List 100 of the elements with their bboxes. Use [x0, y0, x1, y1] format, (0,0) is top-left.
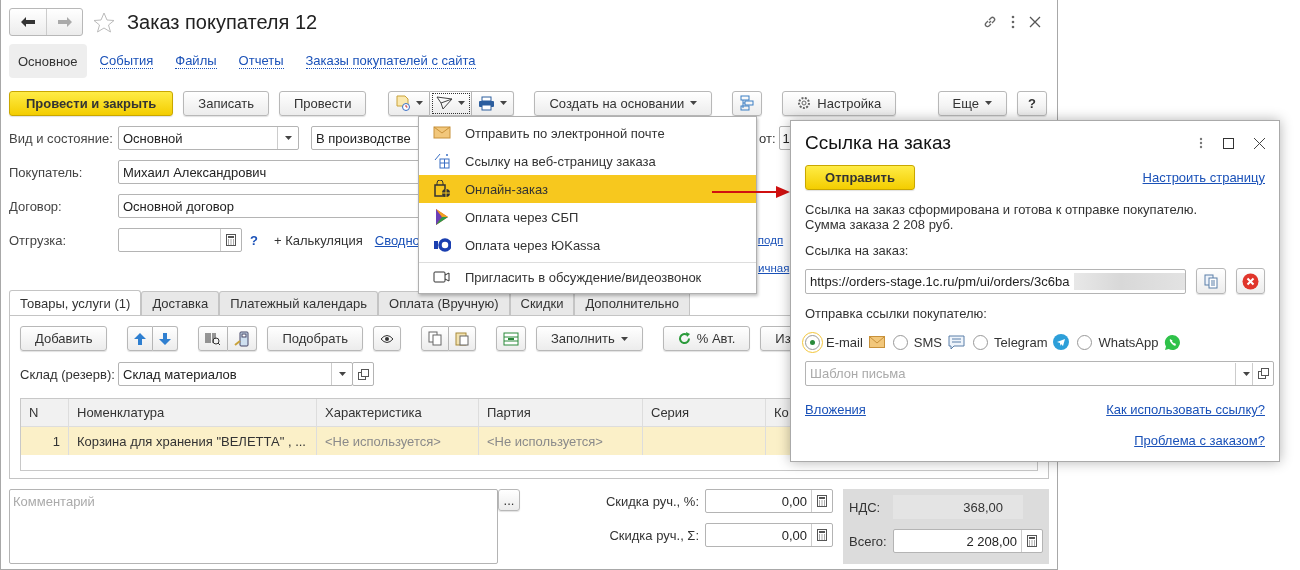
menu-item[interactable]: Оплата через ЮKassa — [419, 231, 756, 259]
calculation-link[interactable]: + Калькуляция — [273, 232, 363, 248]
hierarchy-icon — [739, 95, 756, 111]
copy-icon — [427, 331, 442, 346]
radio-button[interactable] — [1077, 334, 1093, 350]
maximize-icon[interactable] — [1223, 137, 1234, 149]
column-header[interactable]: Партия — [479, 399, 643, 426]
date-field[interactable] — [118, 228, 242, 252]
kind-select[interactable]: Основной — [118, 126, 299, 150]
close-circle-icon — [1241, 272, 1259, 290]
more-button[interactable]: Еще — [937, 90, 1008, 116]
caret-icon — [1242, 371, 1250, 376]
column-header[interactable]: N — [21, 399, 69, 426]
copy-icon — [1203, 273, 1218, 289]
toolbar-button[interactable]: Добавить — [20, 326, 108, 351]
section-tab[interactable]: Файлы — [166, 44, 226, 78]
tab[interactable]: Платежный календарь — [219, 291, 379, 315]
section-tab[interactable]: Отчеты — [229, 44, 293, 78]
problem-link[interactable]: Проблема с заказом? — [1134, 433, 1265, 448]
send-button[interactable]: Отправить — [805, 165, 915, 190]
open-icon — [357, 368, 369, 380]
calculator-icon — [226, 234, 236, 246]
star-icon[interactable] — [93, 11, 115, 33]
section-tab[interactable]: Заказы покупателей с сайта — [296, 44, 485, 78]
caret-icon — [338, 372, 346, 376]
more-icon[interactable] — [1011, 15, 1015, 29]
clipboard-icon — [454, 331, 469, 346]
column-header[interactable]: Серия — [643, 399, 766, 426]
grid-button[interactable] — [495, 326, 526, 351]
open-button[interactable] — [352, 362, 374, 386]
setup-link[interactable]: Настроить страницу — [1142, 170, 1265, 185]
printer-icon — [478, 95, 496, 111]
close-icon[interactable] — [1254, 137, 1265, 149]
column-header[interactable]: Номенклатура — [69, 399, 317, 426]
summary-link[interactable]: Сводно — [374, 232, 420, 248]
radio-button[interactable] — [973, 334, 988, 350]
envelope-icon — [868, 336, 885, 348]
help-link[interactable]: ? — [250, 232, 258, 248]
more-icon[interactable] — [1199, 137, 1203, 149]
table-cell: Корзина для хранения "ВЕЛЕТТА" , ... — [69, 427, 317, 455]
clipboard-button[interactable] — [420, 326, 449, 351]
scan-button[interactable] — [228, 326, 258, 351]
toolbar-button[interactable]: Записать — [183, 90, 269, 116]
radio-button[interactable] — [892, 334, 908, 350]
settings-button[interactable]: Настройка — [782, 90, 897, 116]
dropdown-button[interactable]: Заполнить — [535, 326, 643, 351]
table-cell: <Не используется> — [479, 427, 643, 455]
toolbar-button[interactable]: Подобрать — [267, 326, 363, 351]
radio-label[interactable]: SMS — [913, 334, 942, 350]
barcode-icon — [205, 331, 222, 346]
field-label: Всего: — [849, 533, 888, 549]
help-link[interactable]: Как использовать ссылку? — [1106, 402, 1265, 417]
comment-field[interactable]: Комментарий — [9, 489, 498, 564]
post-and-close-button[interactable]: Провести и закрыть — [9, 90, 174, 116]
number-field[interactable]: 0,00 — [705, 489, 833, 513]
section-tab[interactable]: События — [90, 44, 163, 78]
refresh-button[interactable]: % Авт. — [662, 326, 751, 351]
section-tab[interactable]: Основное — [9, 44, 87, 78]
paper-plane-icon — [436, 96, 454, 110]
field-label: Ссылка на заказ: — [805, 243, 910, 258]
field-label: Отгрузка: — [9, 232, 68, 248]
radio-button[interactable] — [805, 334, 820, 350]
template-select[interactable]: Шаблон письма — [805, 361, 1274, 386]
attachments-link[interactable]: Вложения — [805, 402, 866, 417]
field-label: Склад (резерв): — [20, 366, 116, 382]
settings-icon — [797, 96, 812, 110]
radio-label[interactable]: WhatsApp — [1098, 334, 1159, 350]
tab[interactable]: Доставка — [141, 291, 220, 315]
dropdown-button[interactable]: Создать на основании — [534, 90, 713, 116]
menu-item[interactable]: Пригласить в обсуждение/видеозвонок — [419, 262, 756, 291]
message-text: Ссылка на заказ сформирована и готова к отправке покупателю. Сумма заказа 2 208 руб. — [805, 202, 1199, 232]
bag-globe-icon — [433, 180, 451, 198]
delete-button[interactable] — [1235, 268, 1265, 294]
clipboard-button[interactable] — [448, 326, 476, 351]
signature-link[interactable]: подп — [757, 234, 784, 246]
tab[interactable]: Товары, услуги (1) — [9, 290, 142, 315]
field-label: Вид и состояние: — [9, 130, 114, 146]
warehouse-select[interactable]: Склад материалов — [118, 362, 353, 386]
url-field[interactable]: https://orders-stage.1c.ru/pm/ui/orders/3c6ba — [805, 268, 1187, 294]
ellipsis-button[interactable]: ... — [498, 489, 520, 511]
caret-icon — [690, 101, 698, 105]
close-icon[interactable] — [1029, 16, 1041, 28]
icon-menu-button[interactable] — [472, 90, 515, 116]
view-button[interactable] — [372, 326, 401, 351]
number-field[interactable]: 0,00 — [705, 523, 833, 547]
radio-label[interactable]: Telegram — [994, 334, 1048, 350]
total-field[interactable]: 2 208,00 — [893, 529, 1043, 553]
scan-button[interactable] — [198, 326, 229, 351]
column-header[interactable]: Характеристика — [317, 399, 479, 426]
structure-button[interactable] — [732, 90, 763, 116]
radio-label[interactable]: E-mail — [826, 334, 863, 350]
move-button[interactable] — [127, 326, 154, 351]
help-button[interactable]: ? — [1017, 90, 1047, 116]
link-icon[interactable] — [983, 15, 997, 29]
icon-menu-button[interactable] — [430, 90, 473, 116]
toolbar-button[interactable]: Провести — [278, 90, 367, 116]
move-button[interactable] — [153, 326, 179, 351]
side-link[interactable]: ичная — [758, 262, 790, 274]
telegram-icon — [1053, 334, 1070, 350]
menu-item[interactable]: Онлайн-заказ — [419, 175, 756, 203]
